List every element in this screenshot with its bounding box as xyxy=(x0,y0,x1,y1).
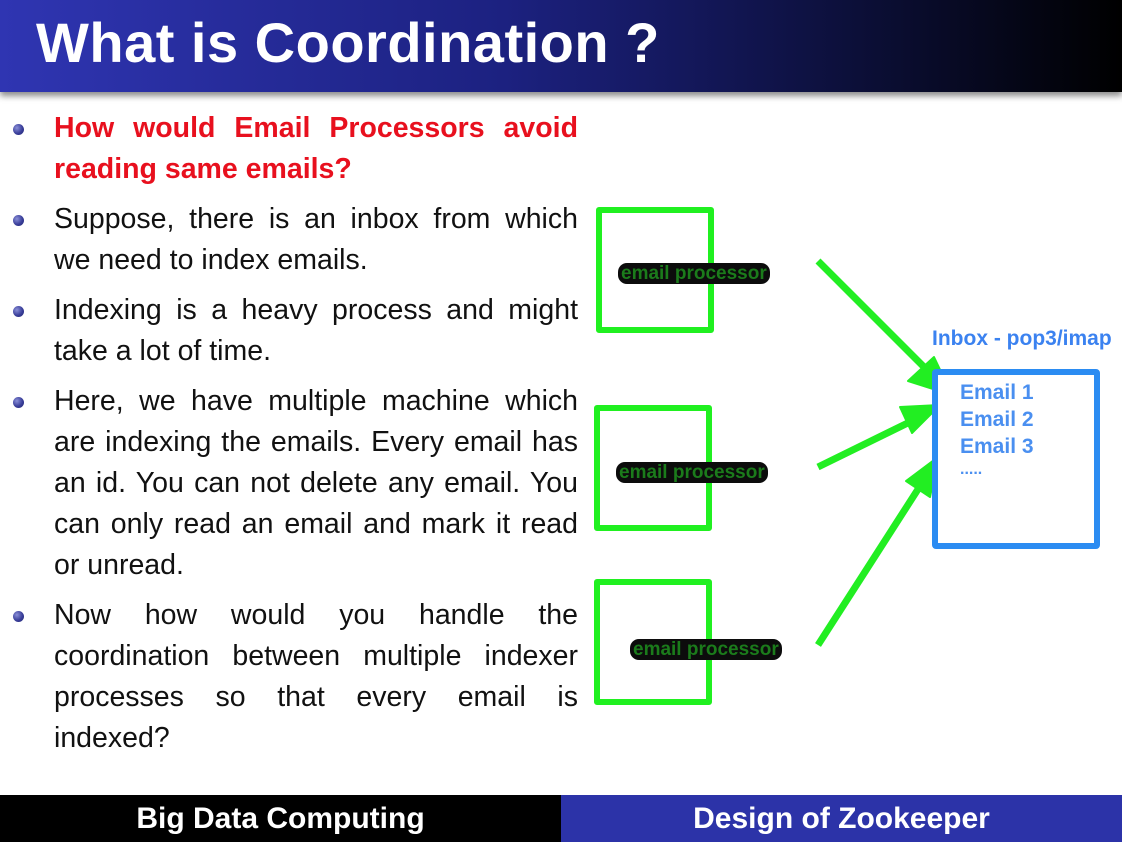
bullet-text: Suppose, there is an inbox from which we… xyxy=(54,203,578,276)
bullet-icon xyxy=(13,611,24,622)
bullet-item: Now how would you handle the coordinatio… xyxy=(10,595,578,759)
title-bar: What is Coordination ? xyxy=(0,0,1122,92)
slide-title: What is Coordination ? xyxy=(36,11,660,74)
processor-label-1: email processor xyxy=(618,263,770,284)
coordination-diagram: email processor email processor email pr… xyxy=(590,195,1122,725)
processor-label-2: email processor xyxy=(616,462,768,483)
inbox-title: Inbox - pop3/imap xyxy=(932,327,1112,350)
arrow-1 xyxy=(815,258,933,376)
bullet-text: Here, we have multiple machine which are… xyxy=(54,385,578,581)
arrow-2 xyxy=(816,413,922,471)
inbox-item: ..... xyxy=(960,461,983,478)
footer-course: Big Data Computing xyxy=(0,795,561,842)
processor-label-3: email processor xyxy=(630,639,782,660)
bullet-icon xyxy=(13,397,24,408)
inbox-item: Email 3 xyxy=(960,435,1034,458)
inbox-item: Email 1 xyxy=(960,381,1034,404)
arrow-3 xyxy=(815,481,925,647)
bullet-item: How would Email Processors avoid reading… xyxy=(10,108,578,190)
bullet-list: How would Email Processors avoid reading… xyxy=(10,108,578,768)
bullet-item: Suppose, there is an inbox from which we… xyxy=(10,199,578,281)
bullet-icon xyxy=(13,124,24,135)
footer-topic: Design of Zookeeper xyxy=(561,795,1122,842)
bullet-item: Indexing is a heavy process and might ta… xyxy=(10,290,578,372)
bullet-text: Indexing is a heavy process and might ta… xyxy=(54,294,578,367)
bullet-icon xyxy=(13,215,24,226)
bullet-text: Now how would you handle the coordinatio… xyxy=(54,599,578,754)
inbox-item: Email 2 xyxy=(960,408,1034,431)
bullet-text: How would Email Processors avoid reading… xyxy=(54,112,578,185)
inbox-box: Email 1 Email 2 Email 3 ..... xyxy=(932,369,1100,549)
bullet-icon xyxy=(13,306,24,317)
bullet-item: Here, we have multiple machine which are… xyxy=(10,381,578,586)
